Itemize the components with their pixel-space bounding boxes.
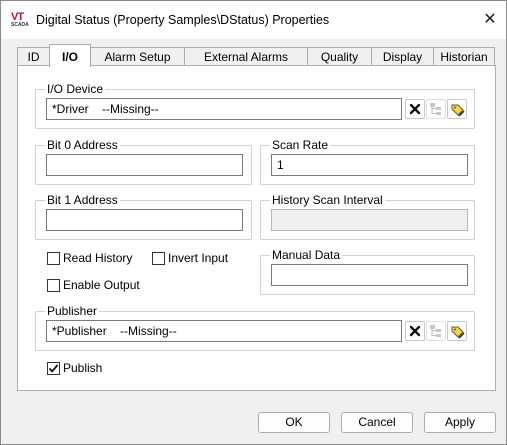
checkmark-icon xyxy=(48,364,59,373)
apply-button[interactable]: Apply xyxy=(424,412,496,433)
clear-icon xyxy=(409,325,421,337)
tab-io[interactable]: I/O xyxy=(49,44,91,67)
bit0-address-input[interactable] xyxy=(46,154,243,176)
browse-publisher-button[interactable] xyxy=(426,321,446,341)
enable-output-checkbox[interactable] xyxy=(47,279,60,292)
clear-publisher-button[interactable] xyxy=(405,321,425,341)
read-history-checkbox[interactable] xyxy=(47,252,60,265)
tag-edit-icon xyxy=(451,326,465,339)
tab-alarm-setup[interactable]: Alarm Setup xyxy=(90,47,185,66)
close-icon[interactable]: ✕ xyxy=(479,9,501,31)
tab-quality[interactable]: Quality xyxy=(307,47,372,66)
cancel-button[interactable]: Cancel xyxy=(341,412,413,433)
edit-io-device-button[interactable] xyxy=(447,99,467,119)
publisher-legend: Publisher xyxy=(45,304,100,318)
history-scan-interval-input xyxy=(271,209,468,231)
tag-tree-icon xyxy=(430,325,441,337)
scan-rate-legend: Scan Rate xyxy=(270,138,331,152)
clear-icon xyxy=(409,103,421,115)
publish-checkbox[interactable] xyxy=(47,362,60,375)
tab-historian[interactable]: Historian xyxy=(433,47,495,66)
invert-input-checkbox[interactable] xyxy=(152,252,165,265)
ok-button[interactable]: OK xyxy=(258,412,330,433)
tab-external-alarms[interactable]: External Alarms xyxy=(184,47,308,66)
manual-data-legend: Manual Data xyxy=(270,248,343,262)
bit1-address-legend: Bit 1 Address xyxy=(45,193,120,207)
bit0-address-legend: Bit 0 Address xyxy=(45,138,120,152)
enable-output-label: Enable Output xyxy=(63,278,140,292)
tab-display[interactable]: Display xyxy=(371,47,434,66)
tag-tree-icon xyxy=(430,103,441,115)
title-bar: VT SCADA Digital Status (Property Sample… xyxy=(1,1,506,39)
tab-strip: ID I/O Alarm Setup External Alarms Quali… xyxy=(17,44,495,67)
invert-input-label: Invert Input xyxy=(168,251,229,265)
app-icon-subtext: SCADA xyxy=(11,22,29,28)
bit1-address-input[interactable] xyxy=(46,209,243,231)
window-title: Digital Status (Property Samples\DStatus… xyxy=(36,13,330,27)
io-device-field[interactable]: *Driver --Missing-- xyxy=(46,98,402,120)
history-scan-interval-legend: History Scan Interval xyxy=(270,193,385,207)
tag-edit-icon xyxy=(451,104,465,117)
publish-label: Publish xyxy=(63,361,103,375)
properties-dialog: VT SCADA Digital Status (Property Sample… xyxy=(0,0,507,445)
vtscada-app-icon: VT SCADA xyxy=(11,12,29,29)
browse-io-device-button[interactable] xyxy=(426,99,446,119)
io-tab-panel: I/O Device *Driver --Missing-- Bit 0 Add… xyxy=(17,65,496,391)
clear-io-device-button[interactable] xyxy=(405,99,425,119)
manual-data-input[interactable] xyxy=(271,264,468,286)
scan-rate-input[interactable]: 1 xyxy=(271,154,468,176)
tab-id[interactable]: ID xyxy=(17,47,50,66)
publisher-field[interactable]: *Publisher --Missing-- xyxy=(46,320,402,342)
edit-publisher-button[interactable] xyxy=(447,321,467,341)
read-history-label: Read History xyxy=(63,251,133,265)
io-device-legend: I/O Device xyxy=(45,82,106,96)
